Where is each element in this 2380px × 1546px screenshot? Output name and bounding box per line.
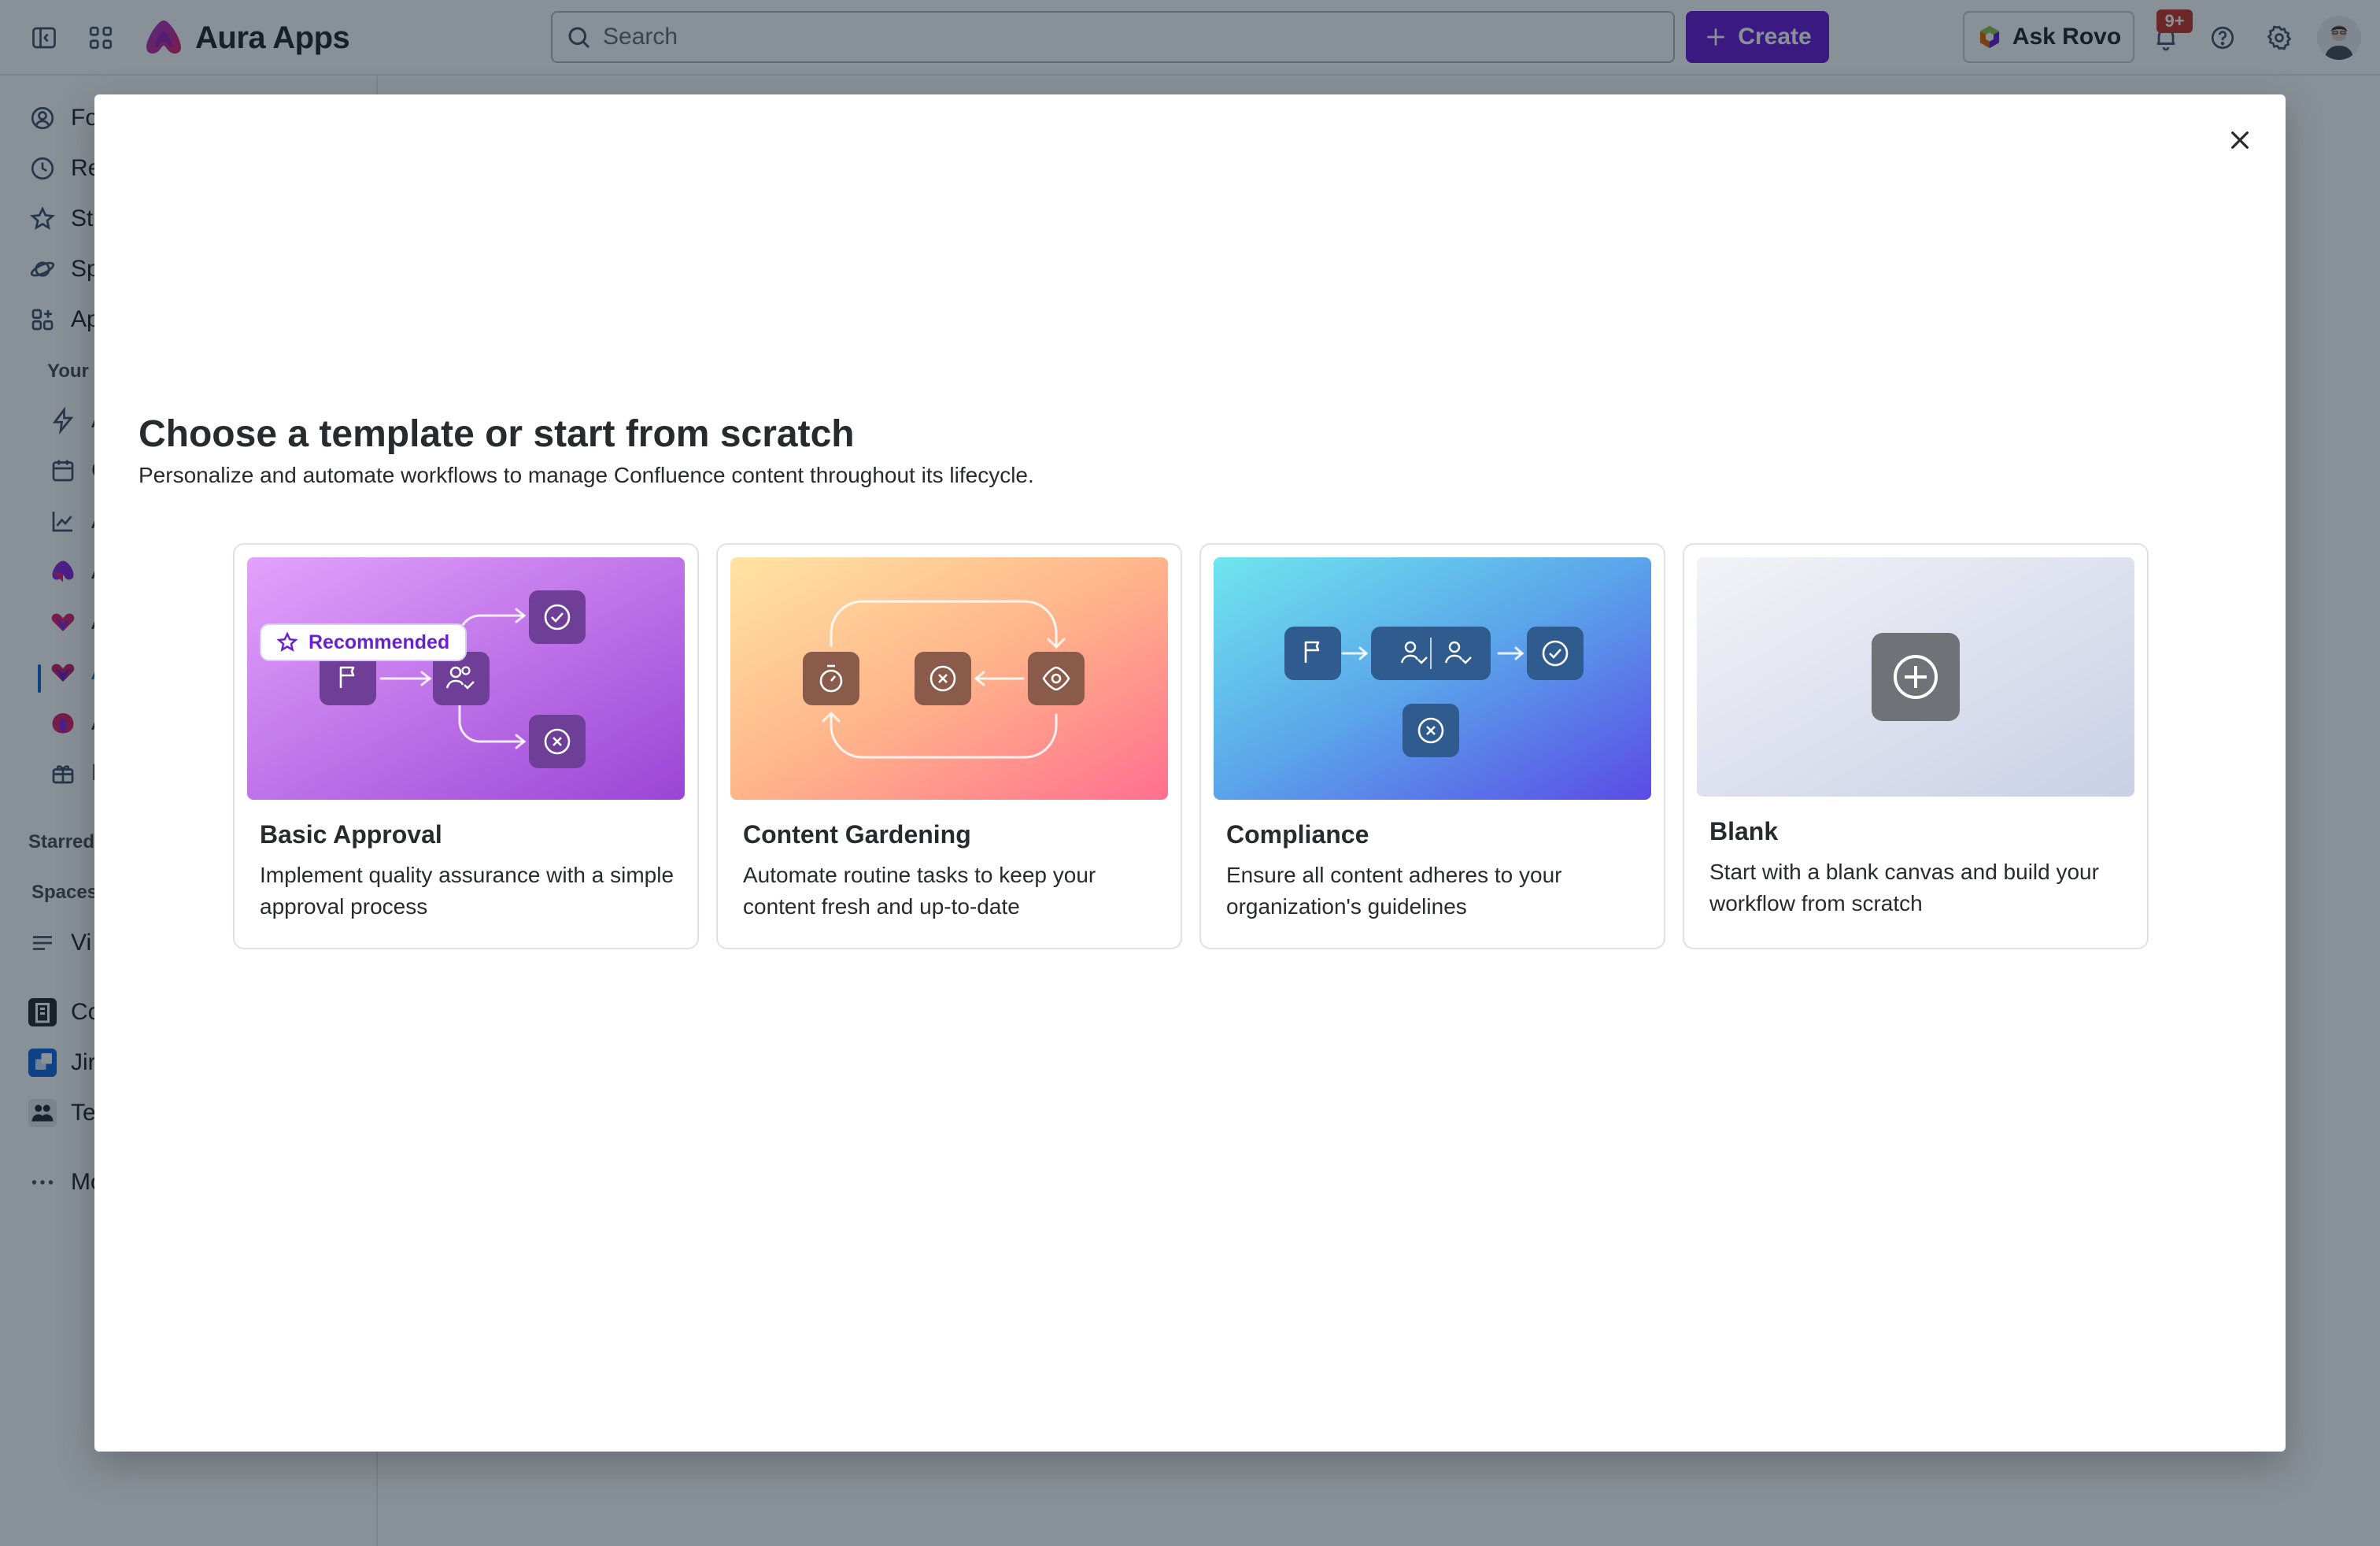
recommended-label: Recommended	[309, 631, 450, 653]
card-title: Content Gardening	[743, 820, 971, 849]
card-title: Basic Approval	[260, 820, 442, 849]
close-icon	[2231, 131, 2249, 149]
compliance-illustration	[1214, 557, 1651, 800]
template-card-blank[interactable]: Blank Start with a blank canvas and buil…	[1683, 543, 2149, 949]
card-title: Compliance	[1226, 820, 1369, 849]
close-button[interactable]	[2215, 115, 2265, 165]
card-description: Implement quality assurance with a simpl…	[260, 863, 674, 919]
card-description: Start with a blank canvas and build your…	[1709, 860, 2099, 915]
star-icon	[276, 631, 298, 652]
blank-illustration	[1697, 557, 2134, 797]
card-title: Blank	[1709, 817, 1779, 845]
template-card-content-gardening[interactable]: Content Gardening Automate routine tasks…	[716, 543, 1182, 949]
basic-approval-illustration	[247, 557, 685, 800]
card-description: Automate routine tasks to keep your cont…	[743, 863, 1096, 919]
template-card-compliance[interactable]: Compliance Ensure all content adheres to…	[1199, 543, 1665, 949]
card-description: Ensure all content adheres to your organ…	[1226, 863, 1562, 919]
modal-title: Choose a template or start from scratch	[139, 413, 855, 455]
recommended-badge: Recommended	[260, 623, 468, 661]
modal-subtitle: Personalize and automate workflows to ma…	[139, 463, 1034, 487]
template-card-basic-approval[interactable]: Basic Approval Implement quality assuran…	[233, 543, 699, 949]
content-gardening-illustration	[730, 557, 1168, 800]
